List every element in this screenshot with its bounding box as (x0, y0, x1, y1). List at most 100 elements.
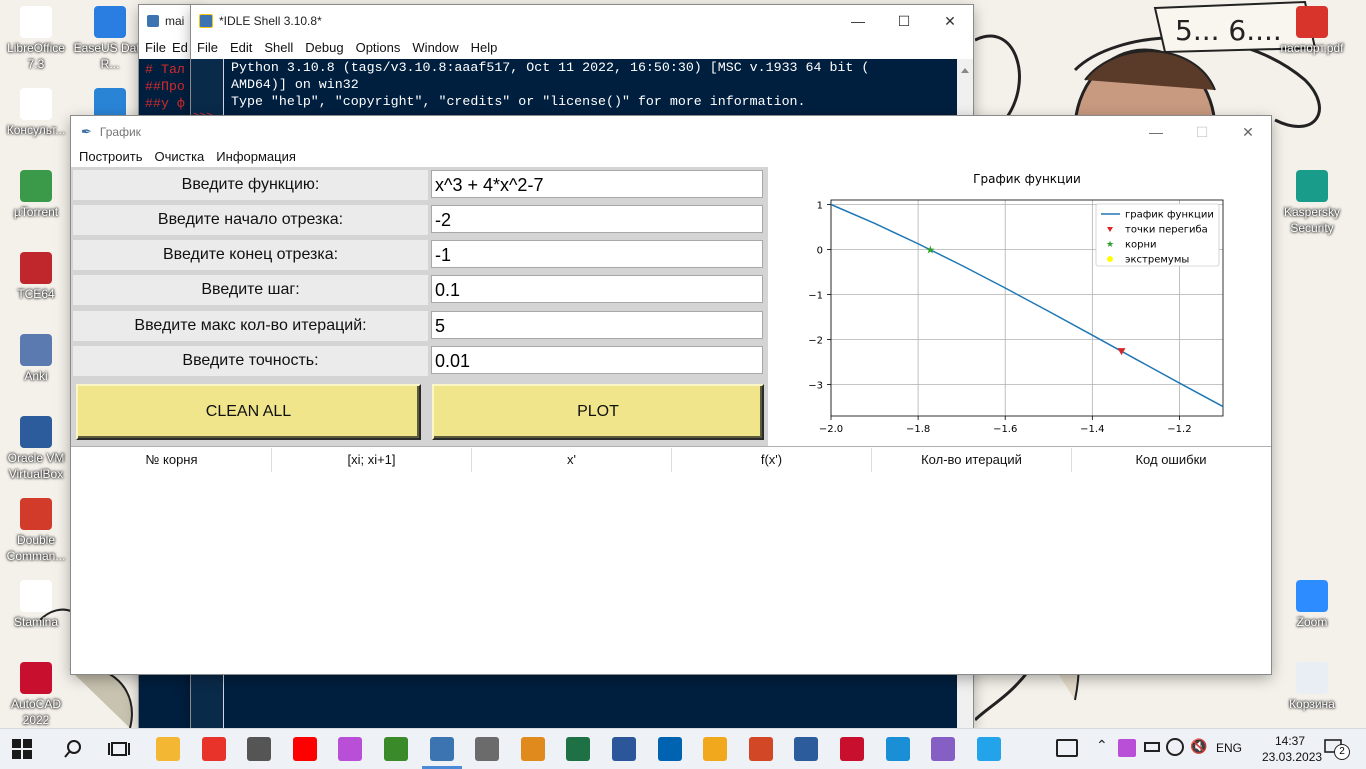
right-app-1-icon (1296, 170, 1328, 202)
idle-python-icon (199, 14, 213, 28)
end-input[interactable]: -1 (431, 240, 763, 268)
taskbar-abbyy-icon[interactable] (384, 737, 408, 761)
battery-icon[interactable] (1144, 742, 1160, 752)
right-icon-2[interactable]: Zoom (1274, 580, 1350, 630)
left-app-5-icon (20, 416, 52, 448)
left-app-4-icon (20, 334, 52, 366)
left-icon-6[interactable]: Double Comman... (0, 498, 74, 564)
left-icon-3[interactable]: TCE64 (0, 252, 74, 302)
feather-icon: ✒ (81, 124, 92, 139)
taskbar-virtualbox-icon[interactable] (794, 737, 819, 761)
search-button[interactable] (62, 738, 84, 760)
right-icon-3[interactable]: Корзина (1274, 662, 1350, 712)
menu-build[interactable]: Построить (73, 148, 148, 168)
col-root-number[interactable]: № корня (72, 448, 272, 472)
idle-menu-debug[interactable]: Debug (299, 37, 349, 59)
function-input[interactable]: x^3 + 4*x^2-7 (431, 170, 763, 198)
precision-input[interactable]: 0.01 (431, 346, 763, 374)
taskbar-file-explorer-icon[interactable] (156, 737, 180, 761)
y-tick-label: 0 (817, 246, 823, 257)
left-icon-7[interactable]: Stamina (0, 580, 74, 630)
taskbar-calculator-icon[interactable] (475, 737, 500, 761)
taskbar-powerpoint-icon[interactable] (748, 737, 773, 761)
taskbar-app-snipping-icon[interactable] (247, 737, 272, 761)
iterations-input[interactable]: 5 (431, 311, 763, 339)
taskbar-app-blue-icon[interactable] (657, 737, 682, 761)
left-icon-label: µTorrent (13, 205, 59, 219)
notifications-button[interactable]: 2 (1324, 738, 1350, 760)
idle-shell-output[interactable]: Python 3.10.8 (tags/v3.10.8:aaaf517, Oct… (231, 59, 957, 110)
taskbar-paint-icon[interactable] (520, 737, 545, 761)
editor-menu-file[interactable]: File (139, 37, 172, 59)
taskbar-youtube-icon[interactable] (292, 737, 317, 761)
right-icon-0[interactable]: паспорт.pdf (1274, 6, 1350, 56)
idle-menu-help[interactable]: Help (465, 37, 504, 59)
idle-menu-file[interactable]: File (191, 37, 224, 59)
chevron-up-icon[interactable]: ⌃ (1096, 737, 1108, 754)
graph-minimize-button[interactable]: — (1133, 116, 1179, 148)
clean-all-button[interactable]: CLEAN ALL (76, 384, 421, 440)
network-globe-icon[interactable] (1166, 738, 1184, 756)
taskbar-edge-icon[interactable] (885, 737, 910, 761)
col-error-code[interactable]: Код ошибки (1072, 448, 1270, 472)
taskbar-djvu-icon[interactable] (703, 737, 728, 761)
taskbar-autocad-icon[interactable] (840, 737, 864, 761)
function-chart: График функции −2.0 −1.8 −1.6 −1.4 −1.2 1 0 −1 −2… (808, 172, 1224, 435)
left-icon-5[interactable]: Oracle VM VirtualBox (0, 416, 74, 482)
col-x-prime[interactable]: x' (472, 448, 672, 472)
left-icon-label: AutoCAD 2022 (10, 697, 62, 727)
task-view-button[interactable] (108, 738, 130, 760)
left-icon-8[interactable]: AutoCAD 2022 (0, 662, 74, 728)
left-icon-label: Oracle VM VirtualBox (7, 451, 65, 481)
col-interval[interactable]: [xi; xi+1] (272, 448, 472, 472)
language-indicator[interactable]: ENG (1216, 741, 1242, 755)
y-tick-label: −3 (808, 381, 823, 392)
left-icon-1[interactable]: Консульт... (0, 88, 74, 138)
idle-titlebar[interactable]: *IDLE Shell 3.10.8* — ☐ ✕ (191, 5, 973, 37)
menu-info[interactable]: Информация (210, 148, 302, 168)
x-tick-label: −1.8 (906, 424, 930, 435)
taskbar-yandex-icon[interactable] (201, 737, 226, 761)
volume-muted-icon[interactable]: 🔇 (1190, 738, 1207, 755)
function-label: Введите функцию: (73, 170, 428, 200)
step-input[interactable]: 0.1 (431, 275, 763, 303)
menu-clear[interactable]: Очистка (148, 148, 210, 168)
precision-label: Введите точность: (73, 346, 428, 376)
taskbar-python-idle-icon[interactable] (421, 737, 462, 769)
col-iterations[interactable]: Кол-во итераций (872, 448, 1072, 472)
col-f-x-prime[interactable]: f(x') (672, 448, 872, 472)
news-widget-icon[interactable] (1056, 739, 1078, 757)
editor-menu-edit[interactable]: Ed (172, 37, 188, 59)
editor-titlebar[interactable]: mai (139, 5, 199, 37)
graph-maximize-button[interactable]: ☐ (1179, 116, 1225, 148)
taskbar-app-purple-icon[interactable] (338, 737, 363, 761)
left-icon-0[interactable]: LibreOffice 7.3 (0, 6, 74, 72)
clock[interactable]: 14:37 23.03.2023 (1262, 733, 1322, 765)
graph-close-button[interactable]: ✕ (1225, 116, 1271, 148)
results-table-body[interactable] (72, 472, 1270, 672)
idle-minimize-button[interactable]: — (835, 5, 881, 37)
start-button[interactable] (12, 739, 32, 759)
scroll-up-icon[interactable] (961, 62, 969, 73)
iterations-label: Введите макс кол-во итераций: (73, 311, 428, 341)
idle-menu-options[interactable]: Options (350, 37, 407, 59)
idle-maximize-button[interactable]: ☐ (881, 5, 927, 37)
col2-icon-0[interactable]: EaseUS Data R... (72, 6, 148, 72)
idle-menu-shell[interactable]: Shell (258, 37, 299, 59)
taskbar-vscode-icon[interactable] (976, 737, 1001, 761)
right-icon-1[interactable]: Kaspersky Security (1274, 170, 1350, 236)
idle-menu-edit[interactable]: Edit (224, 37, 258, 59)
taskbar-excel-icon[interactable] (566, 737, 591, 761)
idle-close-button[interactable]: ✕ (927, 5, 973, 37)
left-icon-2[interactable]: µTorrent (0, 170, 74, 220)
graph-titlebar[interactable]: ✒ График — ☐ ✕ (71, 116, 1271, 148)
x-tick-label: −1.4 (1080, 424, 1104, 435)
plot-button[interactable]: PLOT (432, 384, 764, 440)
taskbar-word-icon[interactable] (612, 737, 636, 761)
idle-menu-window[interactable]: Window (406, 37, 464, 59)
start-input[interactable]: -2 (431, 205, 763, 233)
taskbar-visual-studio-icon[interactable] (931, 737, 956, 761)
left-icon-label: Консульт... (6, 123, 66, 137)
left-icon-4[interactable]: Anki (0, 334, 74, 384)
tray-app-icon[interactable] (1118, 739, 1136, 757)
